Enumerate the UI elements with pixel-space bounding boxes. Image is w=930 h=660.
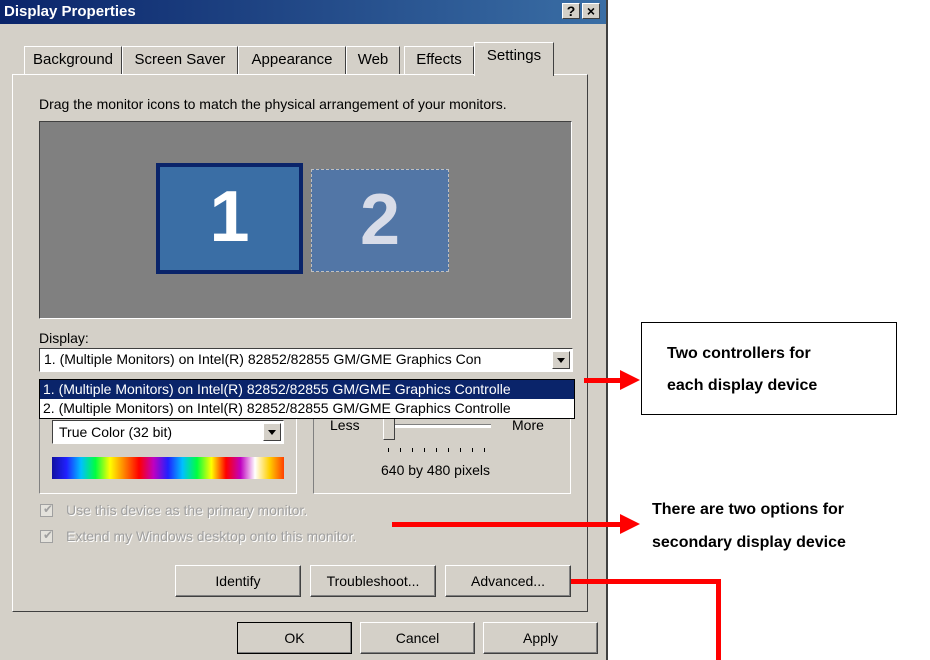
options-arrow <box>392 514 640 534</box>
display-dropdown-list: 1. (Multiple Monitors) on Intel(R) 82852… <box>39 379 575 419</box>
options-callout-line1: There are two options for <box>652 501 845 518</box>
controllers-arrow <box>584 370 640 390</box>
options-callout-line2: secondary display device <box>652 534 846 551</box>
tab-settings[interactable]: Settings <box>474 42 554 76</box>
annotation-arrows <box>392 370 721 660</box>
display-option-2[interactable]: 2. (Multiple Monitors) on Intel(R) 82852… <box>40 399 574 418</box>
display-option-1[interactable]: 1. (Multiple Monitors) on Intel(R) 82852… <box>40 380 574 399</box>
advanced-arrow <box>571 579 721 660</box>
